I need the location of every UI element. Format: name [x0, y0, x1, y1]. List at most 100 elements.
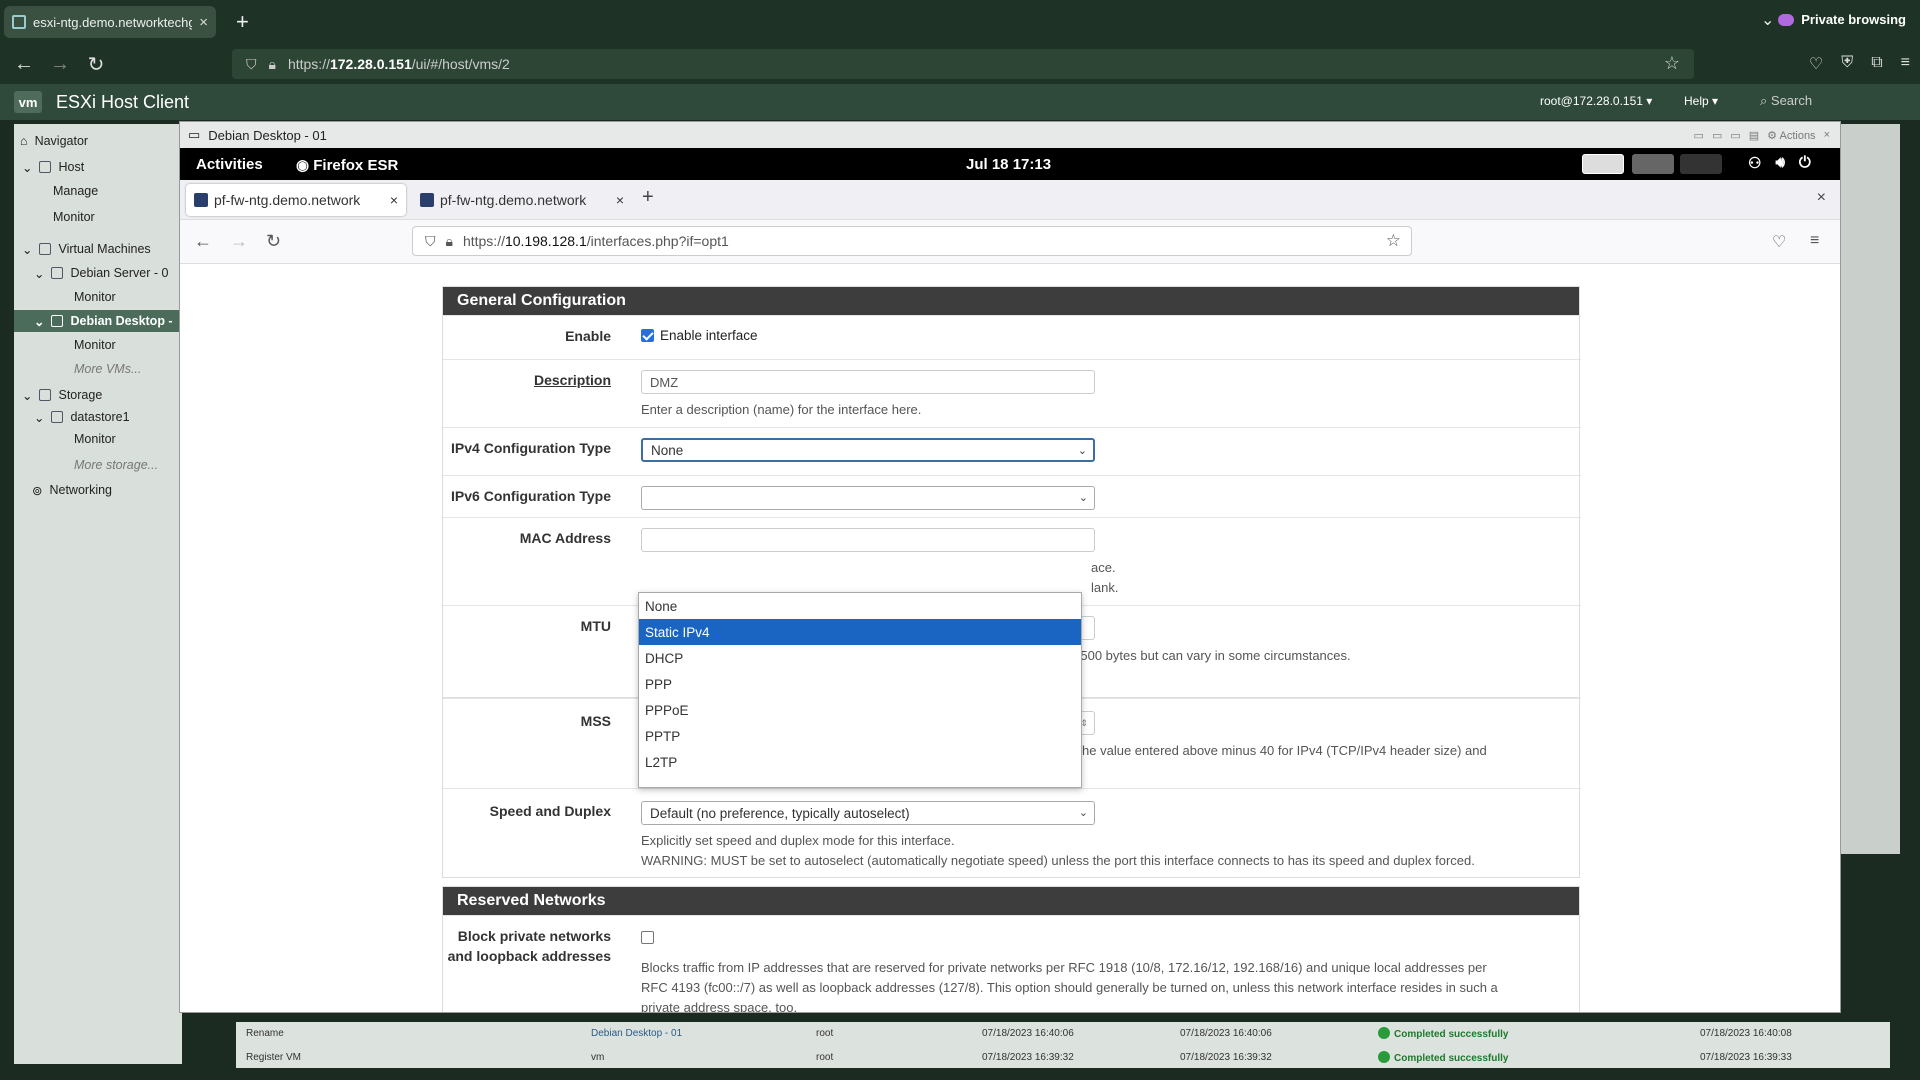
bookmark-star-icon[interactable]: ☆ — [1386, 231, 1401, 251]
reload-icon[interactable]: ↻ — [266, 231, 281, 252]
close-tab-icon[interactable]: × — [199, 14, 208, 31]
new-tab-button[interactable]: + — [642, 186, 654, 209]
nav-more-vms[interactable]: More VMs... — [74, 358, 141, 380]
dropdown-option-static-ipv4[interactable]: Static IPv4 — [639, 619, 1081, 645]
minimize-icon[interactable]: ▭ — [1712, 129, 1722, 142]
user-menu[interactable]: root@172.28.0.151 ▾ — [1540, 94, 1652, 108]
keyboard-icon[interactable]: ▤ — [1749, 129, 1759, 142]
outer-nav-bar: ← → ↻ ⛉ 🔒︎ https://172.28.0.151/ui/#/hos… — [0, 44, 1920, 84]
maximize-icon[interactable]: ▭ — [1730, 129, 1740, 142]
network-icon: ⚇ — [1748, 155, 1762, 172]
collapse-icon: ⌄ — [22, 160, 33, 175]
inner-url-bar[interactable]: ⛉ 🔒︎ https://10.198.128.1/interfaces.php… — [412, 226, 1412, 256]
success-check-icon — [1378, 1050, 1390, 1063]
nav-debian-server[interactable]: ⌄ Debian Server - 0 — [34, 262, 168, 284]
speed-duplex-select[interactable]: Default (no preference, typically autose… — [641, 801, 1095, 825]
speed-help-line-1: Explicitly set speed and duplex mode for… — [641, 833, 955, 848]
bookmark-star-icon[interactable]: ☆ — [1664, 53, 1680, 74]
menu-icon[interactable]: ≡ — [1901, 54, 1910, 74]
pfsense-favicon-icon — [194, 193, 208, 207]
close-console-icon[interactable]: × — [1824, 129, 1830, 142]
close-window-icon[interactable]: × — [1817, 189, 1826, 207]
task-target-link[interactable]: Debian Desktop - 01 — [591, 1028, 682, 1039]
extensions-icon[interactable]: ⧉ — [1871, 54, 1882, 74]
speed-duplex-label: Speed and Duplex — [489, 803, 611, 819]
nav-debian-desktop[interactable]: ⌄ Debian Desktop - — [14, 310, 182, 332]
nav-manage[interactable]: Manage — [53, 180, 98, 202]
task-completed: 07/18/2023 16:39:33 — [1700, 1051, 1792, 1063]
back-arrow-icon[interactable]: ← — [6, 53, 42, 76]
nav-storage[interactable]: ⌄ Storage — [22, 384, 102, 406]
menu-icon[interactable]: ≡ — [1810, 232, 1819, 250]
vm-console-title: Debian Desktop - 01 — [208, 127, 327, 143]
enable-interface-checkbox[interactable] — [641, 329, 654, 342]
nav-virtual-machines[interactable]: ⌄ Virtual Machines — [22, 238, 151, 260]
workspace-1[interactable] — [1582, 154, 1624, 174]
forward-arrow-icon[interactable]: → — [42, 53, 78, 76]
system-tray[interactable]: ⚇ 🔊︎ ⏻ — [1748, 154, 1811, 172]
enable-checkbox-wrap[interactable]: Enable interface — [641, 328, 758, 343]
block-private-label-2: and loopback addresses — [447, 948, 611, 964]
table-row[interactable]: Rename Debian Desktop - 01 root 07/18/20… — [236, 1022, 1890, 1044]
nav-host[interactable]: ⌄ Host — [22, 156, 84, 178]
navigator-title[interactable]: ⌂ Navigator — [20, 130, 88, 152]
shield-icon[interactable]: ⛉ — [425, 233, 436, 250]
table-row[interactable]: Register VM vm root 07/18/2023 16:39:32 … — [236, 1046, 1890, 1068]
ipv6-config-select[interactable]: ⌄ — [641, 486, 1095, 510]
new-tab-button[interactable]: + — [236, 9, 249, 35]
close-tab-icon[interactable]: × — [390, 192, 398, 208]
block-private-checkbox[interactable] — [641, 931, 654, 944]
restore-icon[interactable]: ▭ — [1694, 129, 1704, 142]
nav-networking[interactable]: ⊚ Networking — [32, 479, 112, 501]
esxi-search[interactable]: ⌕ Search — [1760, 93, 1812, 109]
inner-tab-2[interactable]: pf-fw-ntg.demo.network × — [412, 184, 632, 216]
close-tab-icon[interactable]: × — [616, 192, 624, 208]
reload-icon[interactable]: ↻ — [78, 52, 114, 77]
nav-host-monitor[interactable]: Monitor — [53, 206, 95, 228]
nav-server-monitor[interactable]: Monitor — [74, 286, 116, 308]
outer-tab-bar: esxi-ntg.demo.networktechguy... × + ⌄ Pr… — [0, 0, 1920, 44]
task-started: 07/18/2023 16:39:32 — [1180, 1051, 1272, 1063]
general-config-heading: General Configuration — [443, 287, 1579, 315]
gnome-clock[interactable]: Jul 18 17:13 — [966, 156, 1051, 173]
dropdown-option-l2tp[interactable]: L2TP — [639, 749, 1081, 775]
inner-tab-1[interactable]: pf-fw-ntg.demo.network × — [186, 184, 406, 216]
chevron-down-icon: ⌄ — [1078, 807, 1088, 819]
dropdown-option-dhcp[interactable]: DHCP — [639, 645, 1081, 671]
dropdown-option-pppoe[interactable]: PPPoE — [639, 697, 1081, 723]
tab-list-chevron-icon[interactable]: ⌄ — [1761, 10, 1774, 30]
pocket-icon[interactable]: ♡ — [1809, 54, 1823, 74]
forward-arrow-icon[interactable]: → — [230, 231, 248, 252]
lock-icon[interactable]: 🔒︎ — [269, 56, 276, 73]
ipv4-config-select[interactable]: None ⌄ — [641, 438, 1095, 462]
dropdown-option-ppp[interactable]: PPP — [639, 671, 1081, 697]
esxi-header: vm ESXi Host Client root@172.28.0.151 ▾ … — [0, 84, 1920, 120]
dropdown-option-none[interactable]: None — [639, 593, 1081, 619]
nav-more-storage[interactable]: More storage... — [74, 454, 158, 476]
nav-datastore1[interactable]: ⌄ datastore1 — [34, 406, 130, 428]
lock-icon[interactable]: 🔒︎ — [446, 233, 453, 250]
outer-url-text: https://172.28.0.151/ui/#/host/vms/2 — [287, 56, 510, 72]
nav-datastore-monitor[interactable]: Monitor — [74, 428, 116, 450]
reserved-networks-heading: Reserved Networks — [443, 887, 1579, 915]
nav-desktop-monitor[interactable]: Monitor — [74, 334, 116, 356]
inner-tab-title: pf-fw-ntg.demo.network — [440, 192, 587, 208]
outer-url-bar[interactable]: ⛉ 🔒︎ https://172.28.0.151/ui/#/host/vms/… — [232, 49, 1694, 79]
bitwarden-icon[interactable]: ⛨ — [1841, 54, 1853, 74]
workspace-2[interactable] — [1632, 154, 1674, 174]
task-completed: 07/18/2023 16:40:08 — [1700, 1027, 1792, 1039]
shield-icon[interactable]: ⛉ — [246, 56, 257, 73]
description-input[interactable]: DMZ — [641, 370, 1095, 394]
dropdown-option-pptp[interactable]: PPTP — [639, 723, 1081, 749]
back-arrow-icon[interactable]: ← — [194, 231, 212, 252]
outer-tab-esxi[interactable]: esxi-ntg.demo.networktechguy... × — [4, 6, 216, 38]
mac-address-input[interactable] — [641, 528, 1095, 552]
actions-menu[interactable]: ⚙ Actions — [1767, 129, 1815, 142]
pfsense-favicon-icon — [420, 193, 434, 207]
help-menu[interactable]: Help ▾ — [1684, 94, 1718, 108]
block-private-checkbox-wrap[interactable] — [641, 930, 660, 945]
pocket-icon[interactable]: ♡ — [1772, 232, 1786, 252]
workspace-3[interactable] — [1680, 154, 1722, 174]
firefox-app-menu[interactable]: ◉ Firefox ESR — [296, 156, 398, 174]
activities-button[interactable]: Activities — [196, 156, 263, 173]
